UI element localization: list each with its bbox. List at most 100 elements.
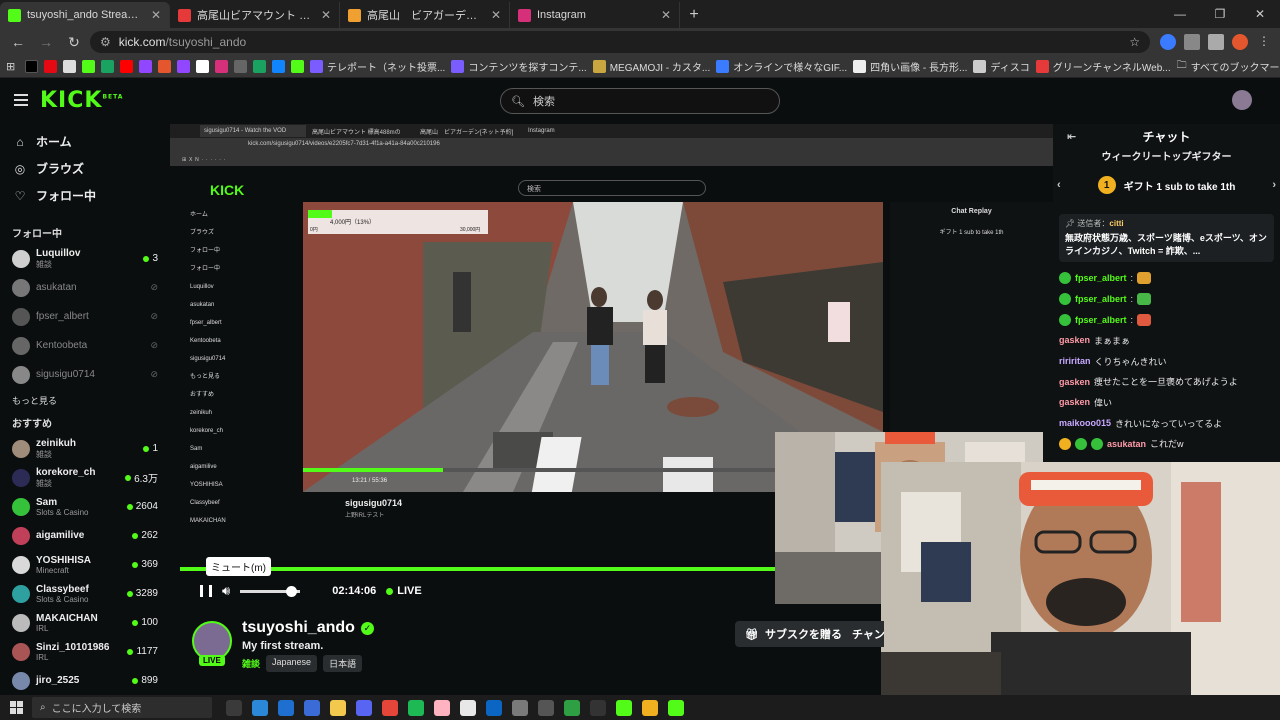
bookmark-icon[interactable]	[158, 60, 171, 73]
chat-username[interactable]: gasken	[1059, 335, 1090, 345]
chat-username[interactable]: maikooo015	[1059, 418, 1111, 428]
taskbar-app-icon[interactable]	[356, 699, 372, 716]
note-icon[interactable]	[234, 60, 247, 73]
reload-icon[interactable]: ↻	[62, 30, 86, 54]
chat-message[interactable]: fpser_albert:	[1059, 268, 1274, 289]
sidebar-channel[interactable]: Kentoobeta ⊘	[0, 331, 170, 360]
taskbar-app-icon[interactable]	[590, 699, 606, 716]
chat-username[interactable]: gasken	[1059, 397, 1090, 407]
taskbar-app-icon[interactable]	[642, 699, 658, 716]
volume-slider[interactable]	[240, 585, 301, 597]
sidebar-channel[interactable]: sigusigu0714 ⊘	[0, 360, 170, 389]
forward-icon[interactable]: →	[34, 30, 58, 54]
chat-message[interactable]: gasken まぁまぁ	[1059, 330, 1274, 351]
gift-subscription-button[interactable]: 🎁︎ サブスクを贈る	[735, 621, 852, 647]
browser-tab[interactable]: 高尾山 ビアガーデン[ネット予約] ✕	[340, 2, 510, 28]
sidebar-channel[interactable]: aigamilive 262	[0, 521, 170, 550]
bookmark-item[interactable]: ディスコ	[973, 59, 1030, 74]
browser-tab[interactable]: tsuyoshi_ando Stream - Wa ✕	[0, 2, 170, 28]
taskbar-app-icon[interactable]	[486, 699, 502, 716]
bookmark-item[interactable]: オンラインで様々なGIF...	[716, 59, 847, 74]
sidebar-channel[interactable]: zeinikuh 雑談 1	[0, 434, 170, 463]
taskbar-app-icon[interactable]	[278, 699, 294, 716]
instagram-icon[interactable]	[215, 60, 228, 73]
chat-username[interactable]: fpser_albert	[1075, 273, 1127, 283]
sidebar-channel[interactable]: asukatan ⊘	[0, 273, 170, 302]
bookmark-item[interactable]: グリーンチャンネルWeb...	[1035, 59, 1171, 74]
sheets-icon[interactable]	[101, 60, 114, 73]
chat-username[interactable]: fpser_albert	[1075, 294, 1127, 304]
browser-tab[interactable]: 高尾山ビアマウント 標高488mのビ ✕	[170, 2, 340, 28]
taskbar-app-icon[interactable]	[252, 699, 268, 716]
new-tab-icon[interactable]: +	[680, 2, 708, 28]
chat-username[interactable]: gasken	[1059, 377, 1090, 387]
twitch-icon[interactable]	[177, 60, 190, 73]
extension-icon[interactable]	[1160, 34, 1176, 50]
chevron-left-icon[interactable]: ‹	[1057, 179, 1061, 191]
taskbar-app-icon[interactable]	[304, 699, 320, 716]
sidebar-channel[interactable]: jiro_2525 899	[0, 666, 170, 695]
netflix-icon[interactable]	[44, 60, 57, 73]
chat-message[interactable]: ririritan くりちゃんきれい	[1059, 351, 1274, 372]
taskbar-app-icon[interactable]	[330, 699, 346, 716]
chat-username[interactable]: fpser_albert	[1075, 315, 1127, 325]
stream-category[interactable]: 雑談	[242, 655, 260, 672]
pinned-message[interactable]: 📌︎ 送信者：citti 無政府状態万歳、スポーツ賭博、eスポーツ、オンラインカ…	[1059, 214, 1274, 262]
streamer-name[interactable]: tsuyoshi_ando	[242, 619, 355, 637]
search-input[interactable]: 🔍︎ 検索	[500, 88, 780, 114]
amazon-icon[interactable]	[196, 60, 209, 73]
start-button[interactable]	[0, 695, 32, 720]
taskbar-app-icon[interactable]	[434, 699, 450, 716]
bookmark-icon[interactable]	[63, 60, 76, 73]
taskbar-app-icon[interactable]	[564, 699, 580, 716]
apps-grid-icon[interactable]: ⊞	[6, 60, 19, 73]
sidebar-channel[interactable]: Sinzi_10101986 IRL 1177	[0, 637, 170, 666]
taskbar-app-icon[interactable]	[460, 699, 476, 716]
taskbar-app-icon[interactable]	[538, 699, 554, 716]
puzzle-icon[interactable]	[1184, 34, 1200, 50]
taskbar-app-icon[interactable]	[226, 699, 242, 716]
menu-icon[interactable]: ⋮	[1256, 34, 1272, 50]
taskbar-app-icon[interactable]	[668, 699, 684, 716]
kick-bookmark-icon[interactable]	[291, 60, 304, 73]
taskbar-app-icon[interactable]	[408, 699, 424, 716]
bookmark-item[interactable]: 四角い画像 - 長方形...	[853, 59, 967, 74]
minimize-icon[interactable]: —	[1160, 0, 1200, 28]
chat-message[interactable]: fpser_albert:	[1059, 289, 1274, 310]
sidebar-nav-item[interactable]: ♡ フォロー中	[0, 182, 170, 209]
pause-icon[interactable]	[200, 585, 212, 597]
close-tab-icon[interactable]: ✕	[151, 8, 161, 22]
media-icon[interactable]	[1208, 34, 1224, 50]
site-info-icon[interactable]: ⚙	[100, 35, 111, 49]
chat-username[interactable]: asukatan	[1107, 439, 1146, 449]
taskbar-search[interactable]: ⌕ ここに入力して検索	[32, 697, 212, 718]
url-field[interactable]: ⚙ kick.com/tsuyoshi_ando ☆	[90, 31, 1150, 53]
hamburger-menu-icon[interactable]	[14, 94, 28, 106]
x-icon[interactable]	[25, 60, 38, 73]
volume-knob[interactable]	[286, 585, 298, 597]
chevron-right-icon[interactable]: ›	[1272, 179, 1276, 191]
sidebar-channel[interactable]: MAKAICHAN IRL 100	[0, 608, 170, 637]
sidebar-channel[interactable]: Sam Slots & Casino 2604	[0, 492, 170, 521]
sidebar-channel[interactable]: Classybeef Slots & Casino 3289	[0, 579, 170, 608]
taskbar-app-icon[interactable]	[512, 699, 528, 716]
bluesky-icon[interactable]	[272, 60, 285, 73]
chat-message[interactable]: fpser_albert:	[1059, 309, 1274, 330]
collapse-chat-icon[interactable]: ⇤	[1067, 130, 1076, 143]
show-more-link[interactable]: もっと見る	[0, 389, 170, 411]
sidebar-nav-item[interactable]: ◎ ブラウズ	[0, 155, 170, 182]
bookmark-star-icon[interactable]: ☆	[1129, 35, 1140, 49]
twitch-icon[interactable]	[139, 60, 152, 73]
bookmark-item[interactable]: テレポート（ネット投票...	[310, 59, 445, 74]
sidebar-channel[interactable]: Luquillov 雑談 3	[0, 244, 170, 273]
profile-icon[interactable]	[1232, 34, 1248, 50]
taskbar-app-icon[interactable]	[382, 699, 398, 716]
chat-message[interactable]: gasken 痩せたことを一旦褒めてあげようよ	[1059, 371, 1274, 392]
all-bookmarks[interactable]: 🗀︎ すべてのブックマーク	[1177, 58, 1280, 75]
maximize-icon[interactable]: ❐	[1200, 0, 1240, 28]
youtube-icon[interactable]	[120, 60, 133, 73]
chat-message[interactable]: gasken 偉い	[1059, 392, 1274, 413]
sidebar-channel[interactable]: YOSHIHISA Minecraft 369	[0, 550, 170, 579]
volume-icon[interactable]: 🔊︎	[222, 583, 230, 599]
plus-icon[interactable]	[253, 60, 266, 73]
